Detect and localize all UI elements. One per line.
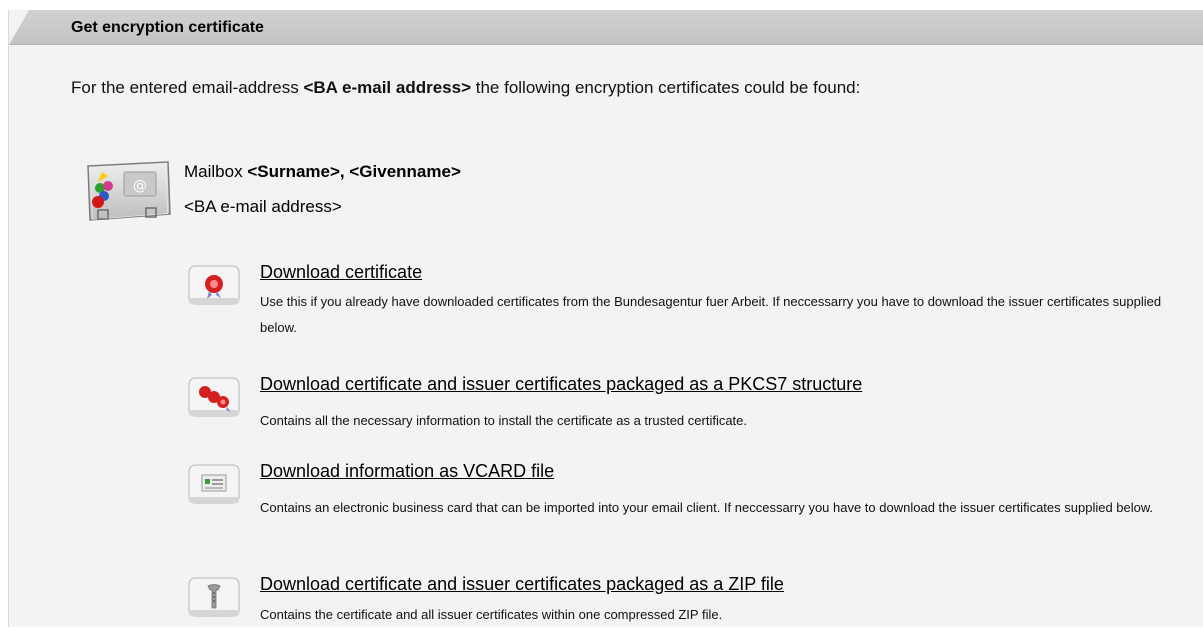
intro-email: <BA e-mail address> [303, 78, 472, 97]
download-certificate-description: Use this if you already have downloaded … [260, 294, 1162, 335]
download-pkcs7-link[interactable]: Download certificate and issuer certific… [260, 374, 862, 395]
vcard-icon[interactable] [187, 463, 241, 507]
mailbox-holder: <Surname>, <Givenname> [247, 162, 461, 181]
mailbox-address: <BA e-mail address> [184, 197, 342, 216]
download-vcard-link[interactable]: Download information as VCARD file [260, 461, 554, 482]
intro-text: For the entered email-address <BA e-mail… [71, 78, 860, 98]
panel-header: Get encryption certificate [9, 10, 1203, 45]
zip-file-icon[interactable] [187, 576, 241, 620]
certificate-panel: Get encryption certificate For the enter… [8, 10, 1203, 627]
intro-prefix: For the entered email-address [71, 78, 304, 97]
download-pkcs7-description: Contains all the necessary information t… [260, 413, 748, 428]
certificate-seal-icon[interactable] [187, 264, 241, 308]
svg-text:@: @ [133, 178, 147, 194]
mailbox-prefix: Mailbox [184, 162, 248, 181]
mailbox-name: Mailbox <Surname>, <Givenname> [184, 162, 461, 182]
download-zip-link[interactable]: Download certificate and issuer certific… [260, 574, 784, 595]
panel-title: Get encryption certificate [71, 19, 264, 36]
download-vcard-description: Contains an electronic business card tha… [260, 500, 1154, 515]
intro-suffix: the following encryption certificates co… [471, 78, 861, 97]
download-zip-description: Contains the certificate and all issuer … [260, 607, 723, 622]
business-card-icon: @ [80, 158, 176, 234]
download-certificate-link[interactable]: Download certificate [260, 262, 422, 283]
certificate-chain-icon[interactable] [187, 376, 241, 420]
